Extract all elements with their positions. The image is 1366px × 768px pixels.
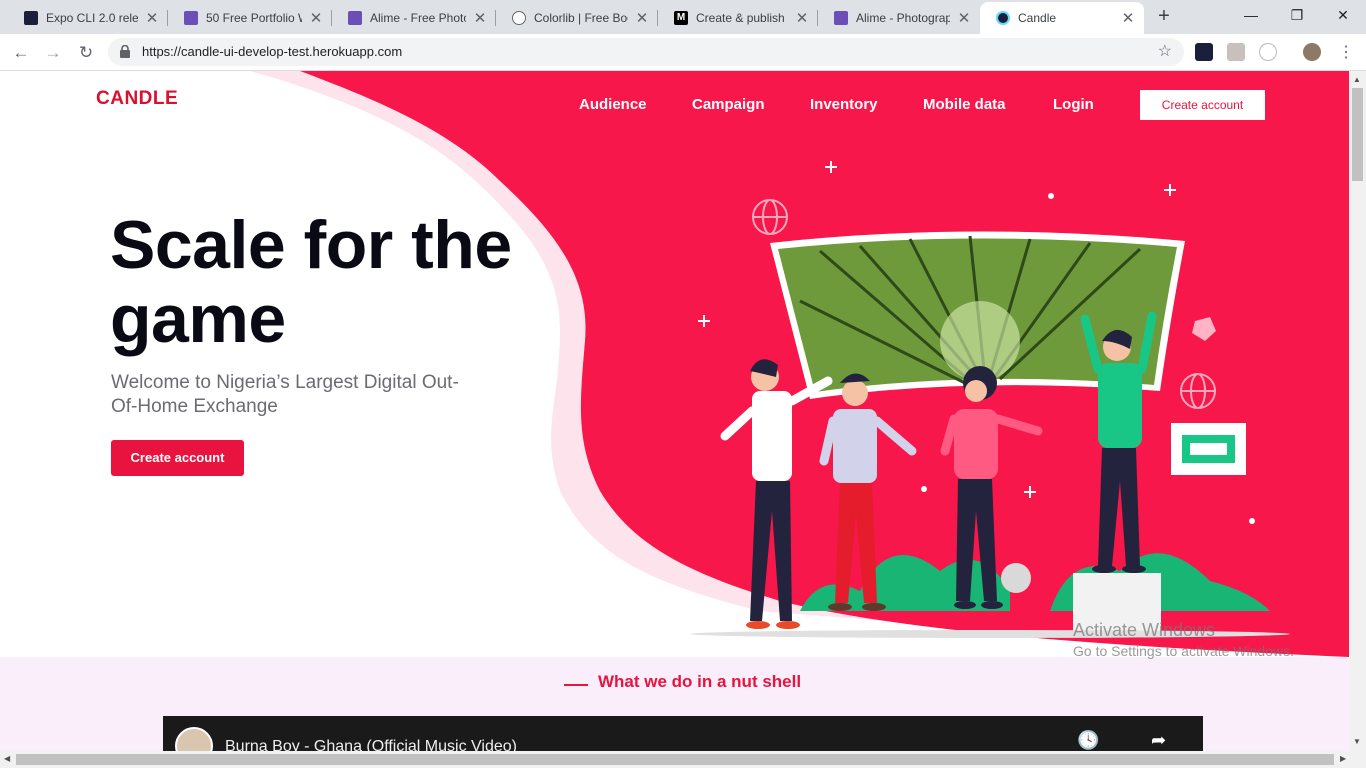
vertical-scrollbar[interactable]: ▲ ▼ [1349, 71, 1366, 753]
colorlib-icon [184, 11, 198, 25]
profile-avatar[interactable] [1303, 43, 1321, 61]
close-icon[interactable]: ✕ [1120, 9, 1136, 27]
what-we-do-section: What we do in a nut shell Burna Boy - Gh… [0, 657, 1349, 753]
wordpress-icon [512, 11, 526, 25]
minimize-button[interactable]: — [1228, 0, 1274, 32]
close-icon[interactable]: ✕ [472, 9, 488, 27]
activate-windows-title: Activate Windows [1073, 620, 1216, 640]
browser-tab[interactable]: M Create & publish y ✕ [658, 2, 818, 34]
react-devtools-icon[interactable] [1195, 43, 1213, 61]
tab-title: Colorlib | Free Boo [534, 11, 628, 25]
activate-windows-subtitle: Go to Settings to activate Windows. [1073, 643, 1294, 659]
bookmark-star-icon[interactable]: ☆ [1158, 41, 1172, 61]
horizontal-scrollbar[interactable]: ◀ ▶ [0, 751, 1366, 768]
scroll-left-arrow-icon[interactable]: ◀ [4, 754, 10, 763]
channel-avatar[interactable] [175, 727, 213, 753]
horizontal-scroll-thumb[interactable] [16, 754, 1334, 765]
hero-title: Scale for the game [110, 207, 512, 357]
new-tab-button[interactable]: + [1152, 5, 1176, 29]
clock-icon[interactable]: 🕓 [1077, 730, 1099, 751]
react-icon [996, 11, 1010, 25]
tab-title: Expo CLI 2.0 releas [46, 11, 138, 25]
reload-button[interactable]: ↻ [73, 40, 99, 66]
browser-tab[interactable]: Alime - Free Photo ✕ [332, 2, 496, 34]
close-icon[interactable]: ✕ [956, 9, 972, 27]
address-bar-row: ← → ↻ https://candle-ui-develop-test.her… [0, 34, 1366, 71]
hero-illustration [690, 161, 1290, 638]
close-icon[interactable]: ✕ [308, 9, 324, 27]
browser-tab[interactable]: Expo CLI 2.0 releas ✕ [8, 2, 168, 34]
share-icon[interactable]: ➦ [1151, 730, 1166, 751]
browser-tab-active[interactable]: Candle ✕ [980, 2, 1144, 34]
tab-title: Alime - Free Photo [370, 11, 466, 25]
nav-mobile-data[interactable]: Mobile data [923, 96, 1006, 113]
header-create-account-button[interactable]: Create account [1140, 90, 1265, 120]
scroll-up-arrow-icon[interactable]: ▲ [1353, 75, 1361, 84]
window-close-button[interactable]: ✕ [1320, 0, 1366, 32]
tab-title: Candle [1018, 11, 1057, 25]
close-icon[interactable]: ✕ [144, 9, 160, 27]
tab-title: 50 Free Portfolio W [206, 11, 302, 25]
scroll-down-arrow-icon[interactable]: ▼ [1353, 737, 1361, 746]
nav-audience[interactable]: Audience [579, 96, 647, 113]
hero-subtitle: Welcome to Nigeria’s Largest Digital Out… [111, 372, 459, 417]
colorlib-icon [348, 11, 362, 25]
logo[interactable]: CANDLE [96, 88, 178, 110]
tab-title: Alime - Photograp [856, 11, 950, 25]
scroll-right-arrow-icon[interactable]: ▶ [1340, 754, 1346, 763]
pdf-extension-icon[interactable] [1227, 43, 1245, 61]
section-title: What we do in a nut shell [598, 672, 802, 691]
hero-create-account-button[interactable]: Create account [111, 440, 244, 476]
tab-title: Create & publish y [696, 11, 788, 25]
section-title-dash [564, 684, 588, 686]
person-1 [720, 359, 833, 629]
extension-icon[interactable] [1259, 43, 1277, 61]
embedded-video[interactable]: Burna Boy - Ghana (Official Music Video)… [163, 716, 1203, 753]
medium-icon: M [674, 11, 688, 25]
restore-button[interactable]: ❐ [1274, 0, 1320, 32]
nav-inventory[interactable]: Inventory [810, 96, 878, 113]
vertical-scroll-thumb[interactable] [1352, 88, 1363, 181]
person-4 [1080, 311, 1157, 573]
url-text: https://candle-ui-develop-test.herokuapp… [142, 44, 403, 59]
close-icon[interactable]: ✕ [634, 9, 650, 27]
browser-tab[interactable]: Alime - Photograp ✕ [818, 2, 980, 34]
back-button[interactable]: ← [8, 40, 34, 66]
menu-icon[interactable]: ⋮ [1338, 42, 1354, 62]
nav-login[interactable]: Login [1053, 96, 1094, 113]
colorlib-icon [834, 11, 848, 25]
nav-campaign[interactable]: Campaign [692, 96, 765, 113]
browser-tab[interactable]: Colorlib | Free Boo ✕ [496, 2, 658, 34]
close-icon[interactable]: ✕ [794, 9, 810, 27]
forward-button[interactable]: → [40, 40, 66, 66]
expo-icon [24, 11, 38, 25]
address-bar[interactable]: https://candle-ui-develop-test.herokuapp… [108, 38, 1184, 66]
browser-tab[interactable]: 50 Free Portfolio W ✕ [168, 2, 332, 34]
tab-strip: Expo CLI 2.0 releas ✕ 50 Free Portfolio … [0, 0, 1366, 34]
lock-icon [120, 45, 130, 58]
